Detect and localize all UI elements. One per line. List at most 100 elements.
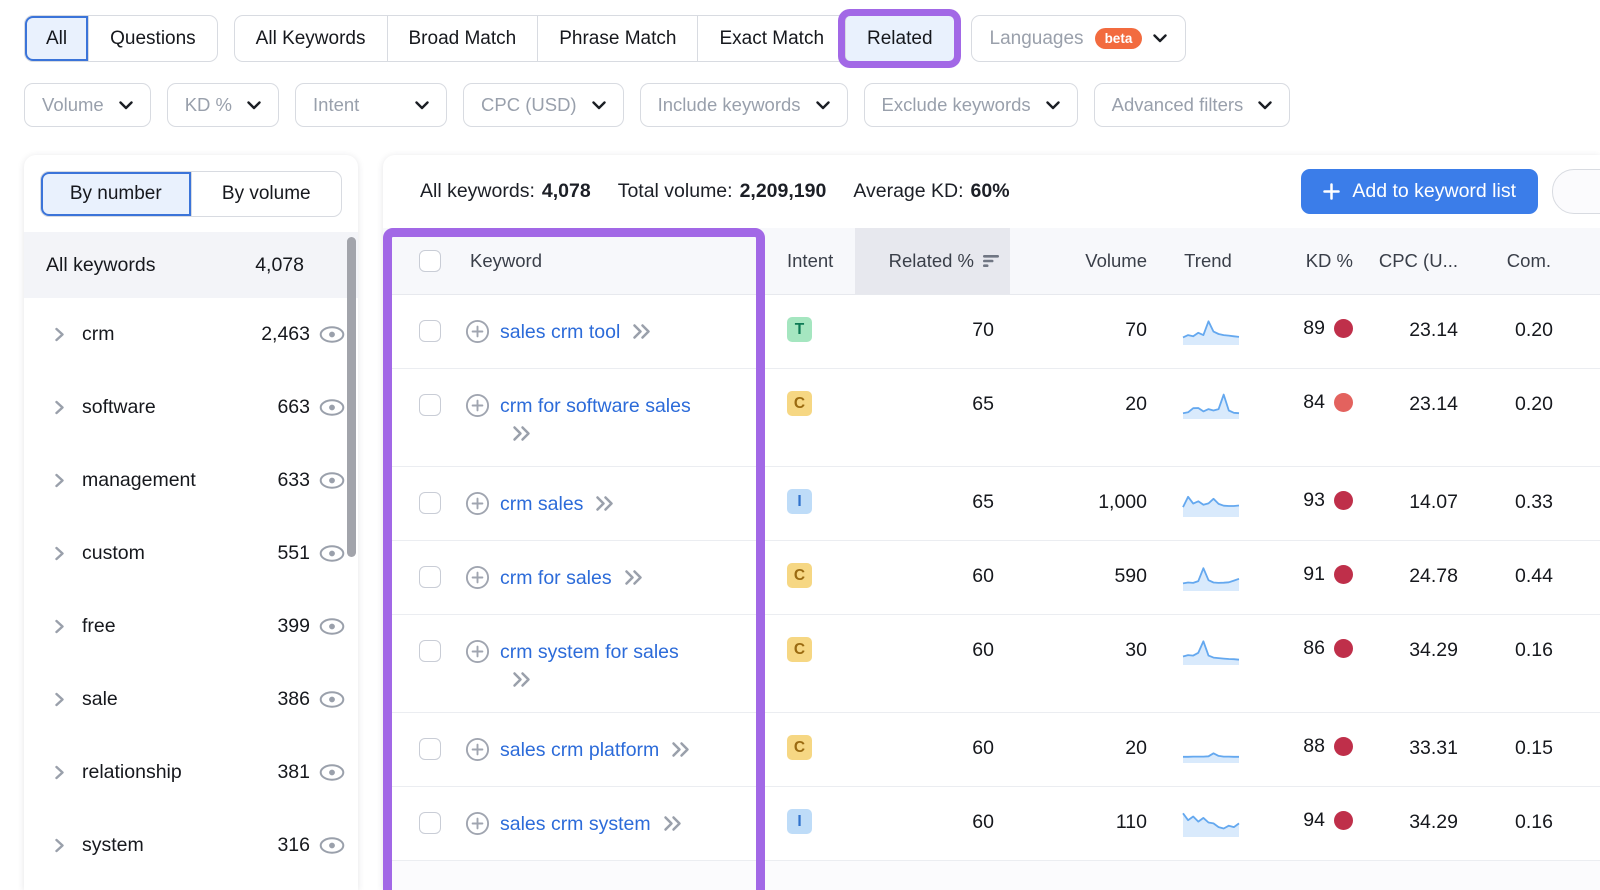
tab-broad-match[interactable]: Broad Match bbox=[386, 16, 538, 61]
group-count: 316 bbox=[277, 834, 310, 856]
sidebar-group-management[interactable]: management 633 bbox=[24, 444, 358, 517]
filter-intent[interactable]: Intent bbox=[295, 83, 448, 127]
row-checkbox[interactable] bbox=[419, 738, 441, 760]
hide-group-button[interactable] bbox=[319, 545, 345, 562]
sidebar-scrollbar[interactable] bbox=[347, 237, 356, 557]
add-keyword-button[interactable] bbox=[465, 639, 490, 664]
trend-cell bbox=[1182, 388, 1240, 425]
row-checkbox[interactable] bbox=[419, 394, 441, 416]
tab-by-volume[interactable]: By volume bbox=[190, 172, 342, 216]
column-header-volume[interactable]: Volume bbox=[1023, 250, 1147, 272]
select-all-checkbox[interactable] bbox=[419, 250, 441, 272]
hide-group-button[interactable] bbox=[319, 691, 345, 708]
open-keyword-icon bbox=[513, 426, 530, 441]
filter-kd[interactable]: KD % bbox=[166, 83, 280, 127]
chevron-down-icon bbox=[247, 100, 261, 109]
add-keyword-button[interactable] bbox=[465, 737, 490, 762]
keyword-link[interactable]: crm system for sales bbox=[500, 641, 679, 663]
tab-related[interactable]: Related bbox=[845, 16, 954, 61]
keyword-text: crm for software sales bbox=[500, 392, 706, 453]
stat-value: 4,078 bbox=[541, 180, 591, 202]
group-count: 633 bbox=[277, 469, 310, 491]
sidebar-group-relationship[interactable]: relationship 381 bbox=[24, 736, 358, 809]
intent-badge-T: T bbox=[787, 317, 812, 342]
hide-group-button[interactable] bbox=[319, 472, 345, 489]
filter-cpc-usd[interactable]: CPC (USD) bbox=[463, 83, 624, 127]
volume-value: 70 bbox=[1125, 319, 1147, 341]
chevron-right-icon bbox=[55, 473, 64, 488]
languages-dropdown[interactable]: Languages beta bbox=[970, 15, 1187, 62]
filter-label: CPC (USD) bbox=[481, 94, 577, 115]
open-keyword-details[interactable] bbox=[631, 322, 652, 351]
trend-cell bbox=[1182, 806, 1240, 843]
tab-all[interactable]: All bbox=[25, 16, 89, 61]
open-keyword-details[interactable] bbox=[662, 814, 683, 843]
sidebar-group-free[interactable]: free 399 bbox=[24, 590, 358, 663]
column-header-cpc[interactable]: CPC (U... bbox=[1343, 250, 1458, 272]
competition-value: 0.16 bbox=[1515, 811, 1553, 833]
column-header-related[interactable]: Related % bbox=[855, 228, 1010, 294]
cpc-value: 34.29 bbox=[1409, 639, 1458, 661]
kd-value: 93 bbox=[1303, 489, 1325, 511]
tab-questions[interactable]: Questions bbox=[88, 16, 217, 61]
tab-all-keywords[interactable]: All Keywords bbox=[235, 16, 387, 61]
add-to-keyword-list-button[interactable]: Add to keyword list bbox=[1301, 169, 1538, 214]
sidebar-group-sale[interactable]: sale 386 bbox=[24, 663, 358, 736]
table-header: Keyword Intent Related % Volume Trend KD… bbox=[383, 228, 1600, 295]
add-keyword-button[interactable] bbox=[465, 491, 490, 516]
trend-sparkline-chart bbox=[1182, 393, 1240, 419]
table-row-crm-system-for-sales: crm system for sales C 60 30 86 34.29 0.16 bbox=[383, 615, 1600, 713]
competition-value: 0.33 bbox=[1515, 491, 1553, 513]
tab-phrase-match[interactable]: Phrase Match bbox=[537, 16, 697, 61]
add-keyword-button[interactable] bbox=[465, 319, 490, 344]
add-keyword-button[interactable] bbox=[465, 811, 490, 836]
add-keyword-button[interactable] bbox=[465, 393, 490, 418]
kd-value: 86 bbox=[1303, 637, 1325, 659]
row-checkbox[interactable] bbox=[419, 812, 441, 834]
keyword-link[interactable]: crm for sales bbox=[500, 567, 612, 589]
open-keyword-details[interactable] bbox=[670, 740, 691, 769]
hide-group-button[interactable] bbox=[319, 399, 345, 416]
eye-icon bbox=[319, 399, 345, 416]
sidebar-all-keywords[interactable]: All keywords 4,078 bbox=[24, 232, 358, 298]
row-checkbox[interactable] bbox=[419, 640, 441, 662]
hide-group-button[interactable] bbox=[319, 764, 345, 781]
keyword-cell: sales crm tool bbox=[419, 318, 652, 351]
cpc-value: 23.14 bbox=[1409, 319, 1458, 341]
row-checkbox[interactable] bbox=[419, 492, 441, 514]
open-keyword-details[interactable] bbox=[511, 424, 532, 453]
keyword-link[interactable]: sales crm platform bbox=[500, 739, 659, 761]
keyword-link[interactable]: crm for software sales bbox=[500, 395, 691, 417]
cpc-value: 23.14 bbox=[1409, 393, 1458, 415]
filter-include-keywords[interactable]: Include keywords bbox=[639, 83, 848, 127]
keyword-link[interactable]: sales crm system bbox=[500, 813, 651, 835]
keyword-cell: sales crm system bbox=[419, 810, 683, 843]
keyword-link[interactable]: sales crm tool bbox=[500, 321, 620, 343]
filter-advanced-filters[interactable]: Advanced filters bbox=[1093, 83, 1291, 127]
sidebar-group-custom[interactable]: custom 551 bbox=[24, 517, 358, 590]
open-keyword-details[interactable] bbox=[594, 494, 615, 523]
sidebar-group-system[interactable]: system 316 bbox=[24, 809, 358, 882]
tab-exact-match[interactable]: Exact Match bbox=[697, 16, 845, 61]
filter-volume[interactable]: Volume bbox=[24, 83, 151, 127]
intent-cell: C bbox=[787, 735, 812, 760]
sidebar-group-software[interactable]: software 663 bbox=[24, 371, 358, 444]
hide-group-button[interactable] bbox=[319, 326, 345, 343]
column-header-kd[interactable]: KD % bbox=[1233, 250, 1353, 272]
hide-group-button[interactable] bbox=[319, 837, 345, 854]
cutoff-button[interactable] bbox=[1552, 169, 1600, 214]
open-keyword-details[interactable] bbox=[511, 670, 532, 699]
filter-exclude-keywords[interactable]: Exclude keywords bbox=[863, 83, 1078, 127]
tab-by-number[interactable]: By number bbox=[41, 172, 191, 216]
add-keyword-button[interactable] bbox=[465, 565, 490, 590]
row-checkbox[interactable] bbox=[419, 566, 441, 588]
row-checkbox[interactable] bbox=[419, 320, 441, 342]
kd-cell: 94 bbox=[1233, 809, 1353, 832]
column-header-competition[interactable]: Com. bbox=[1473, 250, 1551, 272]
keyword-text: sales crm system bbox=[500, 810, 683, 843]
filter-label: Advanced filters bbox=[1111, 94, 1244, 115]
sidebar-group-crm[interactable]: crm 2,463 bbox=[24, 298, 358, 371]
keyword-link[interactable]: crm sales bbox=[500, 493, 583, 515]
hide-group-button[interactable] bbox=[319, 618, 345, 635]
open-keyword-details[interactable] bbox=[623, 568, 644, 597]
